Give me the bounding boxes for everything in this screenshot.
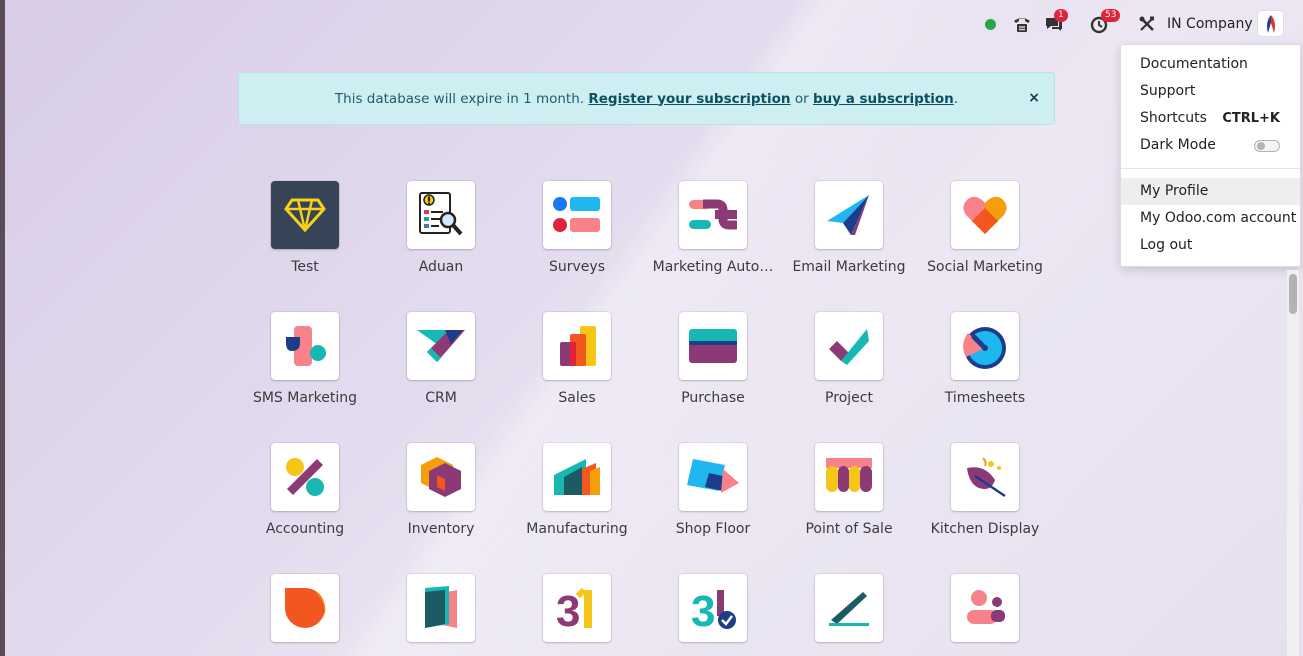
menu-logout[interactable]: Log out <box>1121 232 1300 259</box>
banner-period: . <box>953 90 959 107</box>
diamond-icon <box>284 198 326 232</box>
app-inventory[interactable]: Inventory <box>373 443 509 537</box>
app-manufacturing[interactable]: Manufacturing <box>509 443 645 537</box>
menu-documentation[interactable]: Documentation <box>1121 51 1300 78</box>
calendar-check-icon: 3 <box>691 587 736 630</box>
paper-plane-icon <box>827 195 869 235</box>
app-surveys[interactable]: Surveys <box>509 181 645 275</box>
shop-awning-icon <box>826 458 872 492</box>
activities-badge: 53 <box>1101 9 1121 22</box>
phone-icon[interactable] <box>1010 12 1034 36</box>
page-scrollbar[interactable] <box>1287 270 1299 656</box>
window-left-edge <box>0 0 5 656</box>
menu-dark-mode[interactable]: Dark Mode <box>1121 132 1300 159</box>
calendar-31-icon: 3 <box>556 587 592 630</box>
activities-icon[interactable]: 53 <box>1087 9 1121 36</box>
percent-icon <box>286 458 324 496</box>
menu-support[interactable]: Support <box>1121 78 1300 105</box>
app-sales[interactable]: Sales <box>509 312 645 406</box>
book-icon <box>425 586 457 628</box>
menu-shortcuts-label: Shortcuts <box>1140 110 1207 126</box>
app-accounting[interactable]: Accounting <box>237 443 373 537</box>
app-crm[interactable]: CRM <box>373 312 509 406</box>
people-icon <box>967 590 1005 624</box>
banner-or-text: or <box>794 90 809 107</box>
chat-bubble-icon <box>285 588 326 628</box>
user-menu-dropdown: Documentation Support Shortcuts CTRL+K D… <box>1120 44 1301 267</box>
box-icon <box>421 457 461 497</box>
handshake-icon <box>417 330 465 362</box>
app-email-marketing[interactable]: Email Marketing <box>781 181 917 275</box>
card-icon <box>689 329 737 363</box>
app-calendar[interactable]: 3 <box>509 574 645 652</box>
pen-icon <box>829 592 869 626</box>
report-search-icon <box>419 192 463 236</box>
menu-separator <box>1121 168 1300 169</box>
app-kitchen-display[interactable]: Kitchen Display <box>917 443 1053 537</box>
tools-icon[interactable] <box>1136 12 1158 36</box>
app-shop-floor[interactable]: Shop Floor <box>645 443 781 537</box>
buy-subscription-link[interactable]: buy a subscription <box>813 91 954 107</box>
banner-text: This database will expire in 1 month. <box>334 90 585 107</box>
menu-odoo-account[interactable]: My Odoo.com account <box>1121 205 1300 232</box>
app-timesheets[interactable]: Timesheets <box>917 312 1053 406</box>
app-marketing-automation[interactable]: Marketing Auto… <box>645 181 781 275</box>
marketing-automation-icon <box>689 199 737 230</box>
messages-badge: 1 <box>1054 9 1068 22</box>
user-avatar-icon <box>1266 14 1275 33</box>
top-navbar: 1 53 IN Company <box>5 0 1303 48</box>
app-knowledge[interactable] <box>373 574 509 652</box>
app-employees[interactable] <box>917 574 1053 652</box>
app-test[interactable]: Test <box>237 181 373 275</box>
app-discuss[interactable] <box>237 574 373 652</box>
banner-close-button[interactable]: × <box>1028 90 1040 106</box>
scrollbar-thumb[interactable] <box>1289 274 1297 314</box>
messages-icon[interactable]: 1 <box>1042 9 1068 36</box>
app-purchase[interactable]: Purchase <box>645 312 781 406</box>
app-project[interactable]: Project <box>781 312 917 406</box>
app-aduan[interactable]: Aduan <box>373 181 509 275</box>
menu-dark-mode-label: Dark Mode <box>1140 137 1216 153</box>
app-point-of-sale[interactable]: Point of Sale <box>781 443 917 537</box>
user-avatar[interactable] <box>1258 11 1283 36</box>
surveys-icon <box>553 197 600 232</box>
menu-shortcuts-key: CTRL+K <box>1222 111 1280 126</box>
checkmark-icon <box>829 329 869 365</box>
heart-icon <box>963 196 1007 234</box>
menu-shortcuts[interactable]: Shortcuts CTRL+K <box>1121 105 1300 132</box>
bar-chart-icon <box>560 326 596 366</box>
leaf-icon <box>967 457 1006 498</box>
factory-icon <box>554 459 600 495</box>
app-social-marketing[interactable]: Social Marketing <box>917 181 1053 275</box>
online-status-dot <box>984 12 996 36</box>
expiration-banner: This database will expire in 1 month. Re… <box>238 72 1055 125</box>
app-sms-marketing[interactable]: SMS Marketing <box>237 312 373 406</box>
app-appointments[interactable]: 3 <box>645 574 781 652</box>
sms-marketing-icon <box>286 326 326 366</box>
company-switcher[interactable]: IN Company <box>1167 16 1253 32</box>
svg-text:3: 3 <box>691 587 715 630</box>
menu-my-profile[interactable]: My Profile <box>1121 178 1300 205</box>
tablet-icon <box>687 459 739 493</box>
register-subscription-link[interactable]: Register your subscription <box>588 91 790 107</box>
app-sign[interactable] <box>781 574 917 652</box>
stopwatch-icon <box>963 327 1006 369</box>
dark-mode-toggle[interactable] <box>1254 140 1280 152</box>
